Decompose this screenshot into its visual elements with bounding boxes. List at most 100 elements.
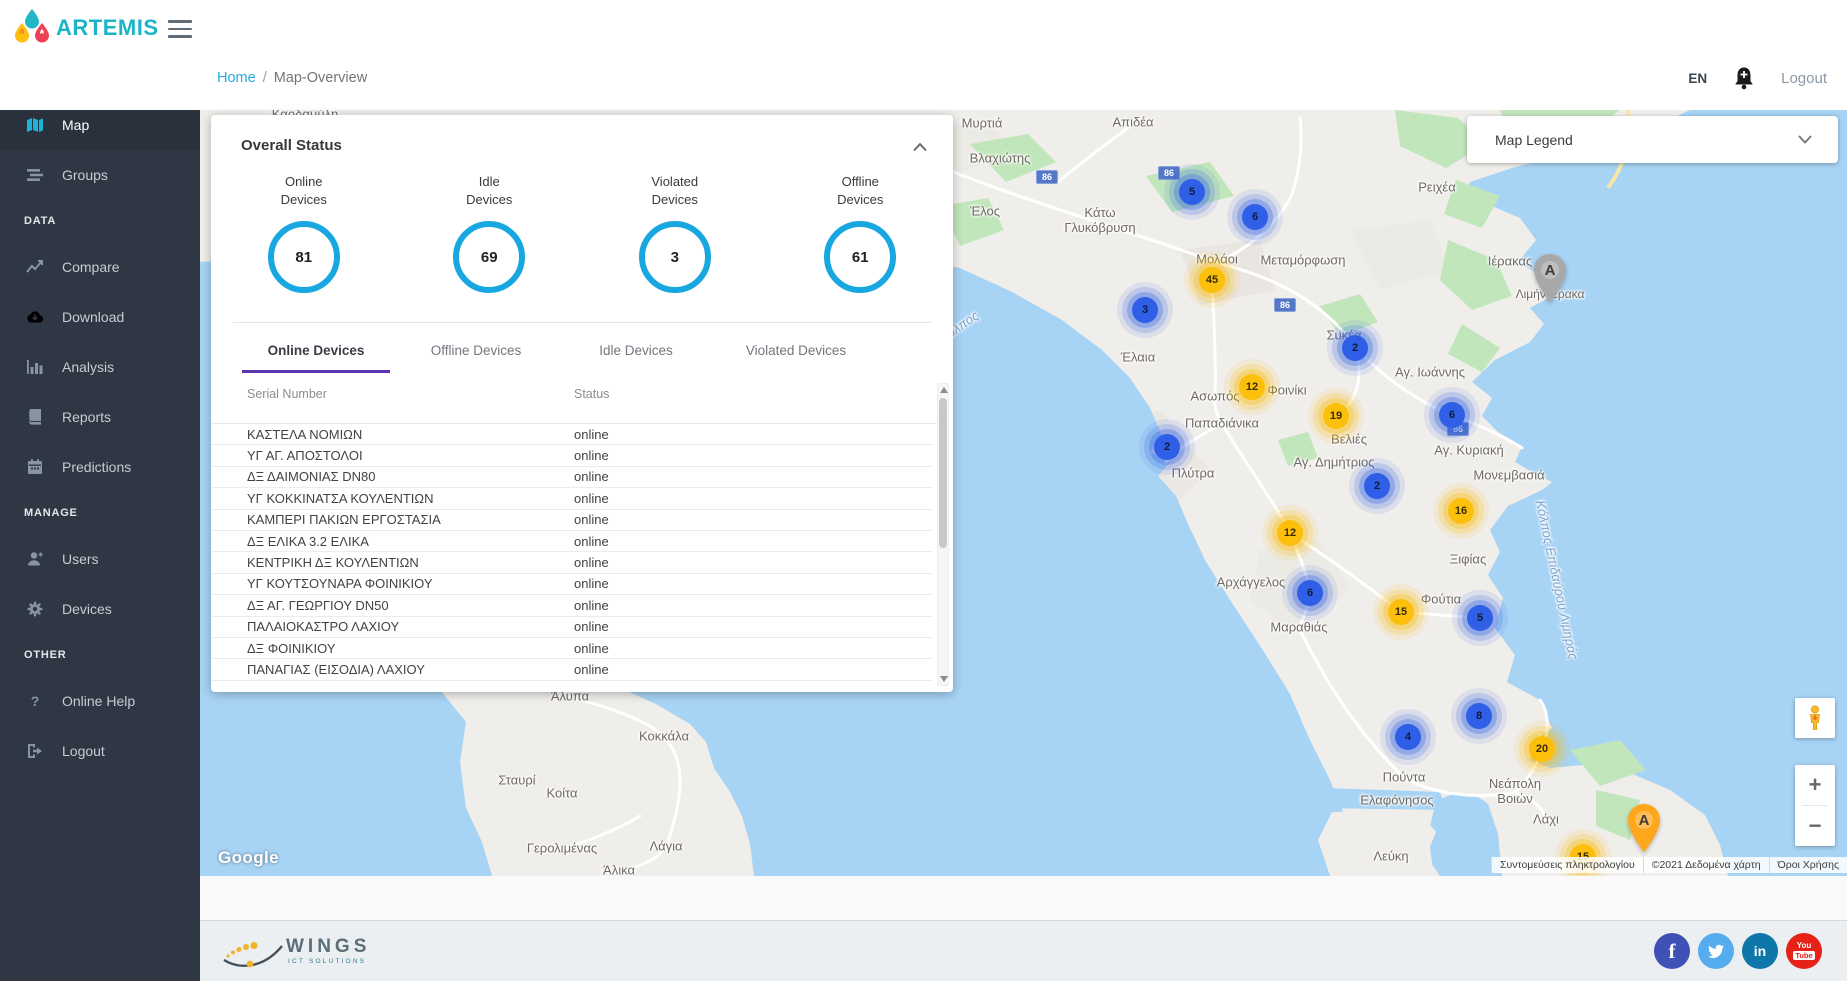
device-status: online [574, 491, 933, 506]
table-row[interactable]: ΔΞ ΑΓ. ΓΕΩΡΓΙΟΥ DN50 online [211, 595, 933, 616]
device-serial: ΥΓ ΚΟΚΚΙΝΑΤΣΑ ΚΟΥΛΕΝΤΙΩΝ [247, 491, 574, 506]
route-badge: 86 [1274, 298, 1296, 312]
tab-idle-devices[interactable]: Idle Devices [556, 327, 716, 373]
app-logo[interactable]: ARTEMIS [14, 8, 159, 48]
device-cluster-marker[interactable]: 15 [1388, 599, 1414, 625]
cluster-count: 4 [1405, 731, 1411, 743]
wings-swoosh-icon [220, 930, 284, 972]
location-pin-marker[interactable]: A [1626, 803, 1662, 858]
google-logo: Google [218, 848, 279, 868]
sidebar-item-label: Online Help [62, 693, 135, 709]
device-status: online [574, 534, 933, 549]
sidebar-item-predictions[interactable]: Predictions [0, 442, 200, 492]
table-row[interactable]: ΥΓ ΚΟΥΤΣΟΥΝΑΡΑ ΦΟΙΝΙΚΙΟΥ online [211, 574, 933, 595]
device-cluster-marker[interactable]: 8 [1466, 703, 1492, 729]
compare-icon [26, 258, 44, 276]
wings-logo: WINGS ICT SOLUTIONS [220, 930, 370, 972]
table-row[interactable]: ΚΑΜΠΕΡΙ ΠΑΚΙΩΝ ΕΡΓΟΣΤΑΣΙΑ online [211, 510, 933, 531]
wings-brand-name: WINGS [286, 937, 370, 956]
logout-link[interactable]: Logout [1781, 70, 1827, 87]
table-scrollbar[interactable] [937, 383, 949, 686]
cluster-count: 2 [1164, 441, 1170, 453]
language-selector[interactable]: EN [1688, 71, 1707, 86]
twitter-icon[interactable] [1698, 933, 1734, 969]
table-row[interactable]: ΔΞ ΦΟΙΝΙΚΙΟΥ online [211, 638, 933, 659]
panel-divider [233, 322, 931, 323]
brand-name: ARTEMIS [56, 15, 159, 41]
street-view-pegman[interactable] [1795, 698, 1835, 738]
groups-icon [26, 166, 44, 184]
tab-online-devices[interactable]: Online Devices [236, 327, 396, 373]
device-cluster-marker[interactable]: 45 [1199, 267, 1225, 293]
map-legend-toggle[interactable]: Map Legend [1467, 116, 1838, 163]
cluster-count: 8 [1476, 710, 1482, 722]
device-cluster-marker[interactable]: 6 [1242, 204, 1268, 230]
map-zoom-control: + − [1795, 765, 1835, 846]
breadcrumb-home-link[interactable]: Home [217, 70, 256, 86]
stat-idle-devices: Idle Devices 69 [397, 173, 583, 293]
device-cluster-marker[interactable]: 5 [1467, 605, 1493, 631]
sidebar-item-online-help[interactable]: ? Online Help [0, 676, 200, 726]
collapse-panel-button[interactable] [913, 139, 927, 157]
tab-violated-devices[interactable]: Violated Devices [716, 327, 876, 373]
tab-offline-devices[interactable]: Offline Devices [396, 327, 556, 373]
attribution-link[interactable]: Όροι Χρήσης [1769, 857, 1847, 873]
device-cluster-marker[interactable]: 19 [1323, 403, 1349, 429]
device-cluster-marker[interactable]: 12 [1239, 374, 1265, 400]
device-cluster-marker[interactable]: 6 [1439, 402, 1465, 428]
device-cluster-marker[interactable]: 4 [1395, 724, 1421, 750]
zoom-out-button[interactable]: − [1795, 806, 1835, 846]
table-row[interactable]: ΠΑΝΑΓΙΑΣ (ΕΙΣΟΔΙΑ) ΛΑΧΙΟΥ online [211, 659, 933, 680]
sidebar-item-devices[interactable]: Devices [0, 584, 200, 634]
svg-text:A: A [1545, 262, 1556, 279]
stat-offline-devices: Offline Devices 61 [768, 173, 954, 293]
scrollbar-thumb[interactable] [939, 398, 947, 548]
zoom-in-button[interactable]: + [1795, 765, 1835, 805]
youtube-icon[interactable]: You Tube [1786, 933, 1822, 969]
scrollbar-down-arrow[interactable] [940, 676, 948, 682]
table-row[interactable]: ΥΓ ΑΓ. ΑΠΟΣΤΟΛΟΙ online [211, 445, 933, 466]
bar-chart-icon [26, 358, 44, 376]
device-cluster-marker[interactable]: 2 [1342, 335, 1368, 361]
device-cluster-marker[interactable]: 16 [1448, 498, 1474, 524]
sidebar-nav: OVERVIEW Map Groups DATA Compare Downloa… [0, 56, 200, 981]
sidebar-item-reports[interactable]: Reports [0, 392, 200, 442]
gear-icon [26, 600, 44, 618]
location-pin-marker[interactable]: A [1532, 253, 1568, 308]
device-cluster-marker[interactable]: 5 [1179, 179, 1205, 205]
table-row[interactable]: ΔΞ ΕΛΙΚΑ 3.2 ΕΛΙΚΑ online [211, 531, 933, 552]
sidebar-item-logout[interactable]: Logout [0, 726, 200, 776]
linkedin-icon[interactable]: in [1742, 933, 1778, 969]
stat-value-circle: 61 [824, 221, 896, 293]
scrollbar-up-arrow[interactable] [940, 387, 948, 393]
logout-icon [26, 742, 44, 760]
device-cluster-marker[interactable]: 2 [1364, 473, 1390, 499]
device-cluster-marker[interactable]: 2 [1154, 434, 1180, 460]
map-attribution: Συντομεύσεις πληκτρολογίου©2021 Δεδομένα… [1491, 857, 1847, 873]
sidebar-item-download[interactable]: Download [0, 292, 200, 342]
sidebar-item-users[interactable]: Users [0, 534, 200, 584]
table-row[interactable]: ΥΓ ΚΟΚΚΙΝΑΤΣΑ ΚΟΥΛΕΝΤΙΩΝ online [211, 488, 933, 509]
device-cluster-marker[interactable]: 20 [1529, 736, 1555, 762]
chevron-up-icon [913, 143, 927, 152]
sidebar-item-groups[interactable]: Groups [0, 150, 200, 200]
device-cluster-marker[interactable]: 6 [1297, 580, 1323, 606]
device-tabs: Online Devices Offline Devices Idle Devi… [236, 327, 876, 373]
sidebar-item-analysis[interactable]: Analysis [0, 342, 200, 392]
table-row[interactable]: ΚΑΣΤΕΛΑ ΝΟΜΙΩΝ online [211, 424, 933, 445]
cluster-count: 16 [1455, 505, 1467, 517]
sidebar-item-compare[interactable]: Compare [0, 242, 200, 292]
table-row[interactable]: ΚΕΝΤΡΙΚΗ ΔΞ ΚΟΥΛΕΝΤΙΩΝ online [211, 552, 933, 573]
menu-toggle-icon[interactable] [168, 20, 192, 38]
help-icon: ? [26, 692, 44, 710]
table-row[interactable]: ΔΞ ΔΑΙΜΟΝΙΑΣ DN80 online [211, 467, 933, 488]
device-cluster-marker[interactable]: 3 [1132, 297, 1158, 323]
notifications-bell-icon[interactable] [1733, 66, 1755, 90]
table-row[interactable]: ΠΑΛΑΙΟΚΑΣΤΡΟ ΛΑΧΙΟΥ online [211, 617, 933, 638]
device-cluster-marker[interactable]: 12 [1277, 520, 1303, 546]
sidebar-section-manage: MANAGE [0, 492, 200, 534]
cluster-count: 5 [1189, 186, 1195, 198]
attribution-link[interactable]: ©2021 Δεδομένα χάρτη [1643, 857, 1769, 873]
attribution-link[interactable]: Συντομεύσεις πληκτρολογίου [1491, 857, 1643, 873]
facebook-icon[interactable]: f [1654, 933, 1690, 969]
